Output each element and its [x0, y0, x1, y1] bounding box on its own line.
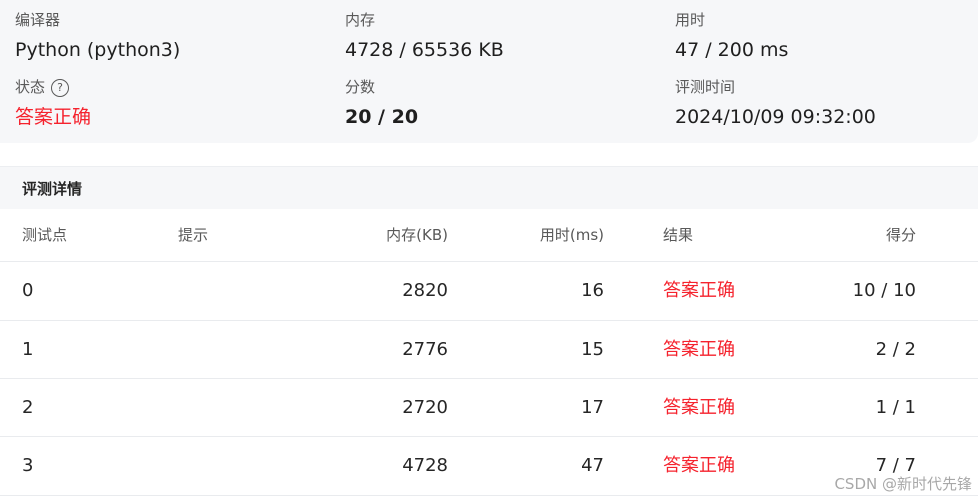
table-row: 1 2776 15 答案正确 2 / 2 — [0, 321, 978, 379]
column-header-memory: 内存(KB) — [386, 226, 448, 244]
judge-time-block: 评测时间 2024/10/09 09:32:00 — [675, 77, 876, 129]
table-header-row: 测试点 提示 内存(KB) 用时(ms) 结果 得分 — [0, 209, 978, 262]
table-row: 0 2820 16 答案正确 10 / 10 — [0, 262, 978, 321]
judge-time-value: 2024/10/09 09:32:00 — [675, 106, 876, 128]
column-header-time: 用时(ms) — [539, 226, 604, 244]
cell-testcase: 1 — [22, 339, 34, 360]
column-header-hint: 提示 — [178, 226, 209, 244]
cell-result: 答案正确 — [663, 397, 735, 418]
details-title: 评测详情 — [22, 180, 83, 198]
cell-time: 15 — [581, 339, 604, 360]
cell-result: 答案正确 — [663, 455, 735, 476]
status-value: 答案正确 — [15, 106, 92, 128]
watermark: CSDN @新时代先锋 — [834, 475, 972, 493]
table-row: 3 4728 47 答案正确 7 / 7 — [0, 437, 978, 496]
cell-result: 答案正确 — [663, 339, 735, 360]
column-header-testcase: 测试点 — [22, 226, 68, 244]
memory-value: 4728 / 65536 KB — [345, 39, 504, 61]
cell-memory: 4728 — [402, 455, 448, 476]
status-label: 状态 — [15, 78, 46, 96]
score-value: 20 / 20 — [345, 106, 419, 128]
status-block: 状态? 答案正确 — [15, 77, 91, 129]
cell-result: 答案正确 — [663, 280, 735, 301]
cell-time: 17 — [581, 397, 604, 418]
cell-time: 47 — [581, 455, 604, 476]
judge-time-label: 评测时间 — [675, 78, 736, 96]
score-block: 分数 20 / 20 — [345, 77, 418, 129]
compiler-block: 编译器 Python (python3) — [15, 10, 180, 62]
time-block: 用时 47 / 200 ms — [675, 10, 788, 62]
compiler-label: 编译器 — [15, 11, 61, 29]
cell-memory: 2720 — [402, 397, 448, 418]
cell-time: 16 — [581, 280, 604, 301]
compiler-value: Python (python3) — [15, 39, 181, 61]
time-label: 用时 — [675, 11, 706, 29]
cell-score: 1 / 1 — [875, 397, 916, 418]
details-header: 评测详情 — [0, 166, 978, 209]
status-label-row: 状态? — [15, 77, 91, 97]
memory-block: 内存 4728 / 65536 KB — [345, 10, 504, 62]
cell-testcase: 3 — [22, 455, 34, 476]
cell-testcase: 0 — [22, 280, 34, 301]
cell-memory: 2776 — [402, 339, 448, 360]
help-icon[interactable]: ? — [51, 78, 70, 97]
submission-summary-panel: 编译器 Python (python3) 内存 4728 / 65536 KB … — [0, 0, 978, 143]
score-label: 分数 — [345, 78, 376, 96]
cell-score: 2 / 2 — [875, 339, 916, 360]
cell-memory: 2820 — [402, 280, 448, 301]
column-header-score: 得分 — [885, 226, 916, 244]
time-value: 47 / 200 ms — [675, 39, 789, 61]
table-row: 2 2720 17 答案正确 1 / 1 — [0, 379, 978, 437]
cell-score: 10 / 10 — [852, 280, 916, 301]
column-header-result: 结果 — [663, 226, 694, 244]
cell-testcase: 2 — [22, 397, 34, 418]
memory-label: 内存 — [345, 11, 376, 29]
